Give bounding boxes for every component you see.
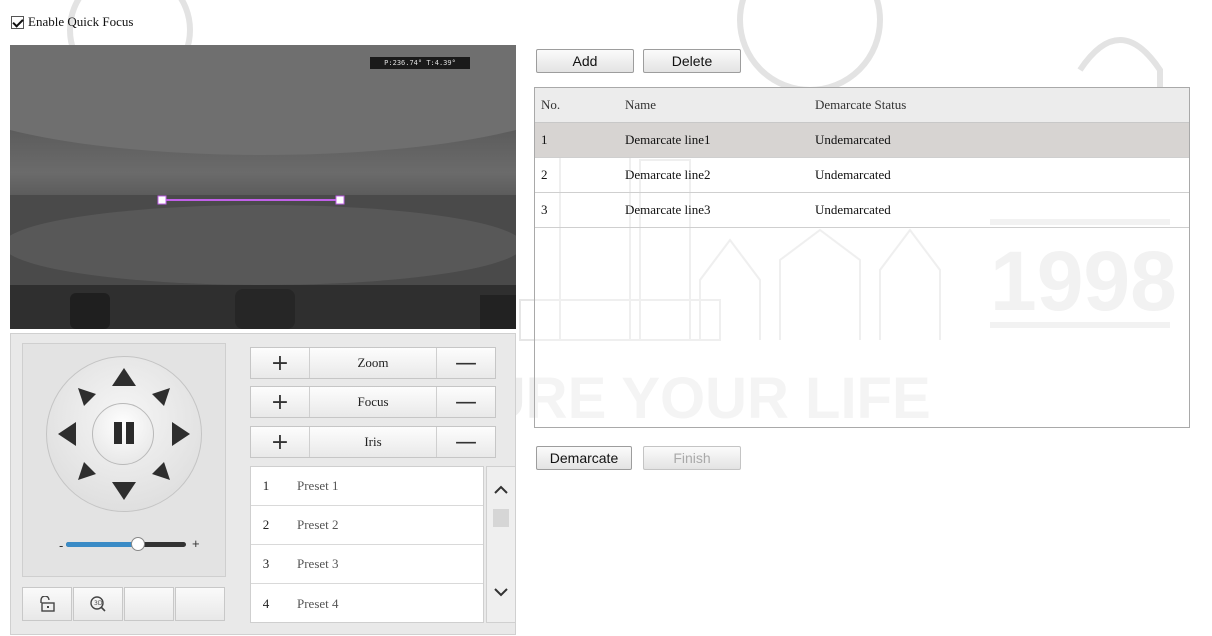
- preset-number: 2: [262, 517, 270, 532]
- table-row[interactable]: 3 Demarcate line3 Undemarcated: [535, 193, 1189, 228]
- row-status: Undemarcated: [815, 132, 891, 147]
- list-item[interactable]: 1 Preset 1: [251, 467, 483, 506]
- zoom-in-button[interactable]: +: [251, 348, 309, 378]
- enable-quick-focus-checkbox[interactable]: Enable Quick Focus: [11, 14, 133, 30]
- video-scene: [10, 45, 516, 329]
- table-header: No. Name Demarcate Status: [535, 88, 1189, 123]
- column-header-status: Demarcate Status: [815, 97, 907, 112]
- preset-number: 1: [262, 478, 270, 493]
- arrow-right-icon[interactable]: [172, 422, 190, 446]
- table-row[interactable]: 2 Demarcate line2 Undemarcated: [535, 158, 1189, 193]
- delete-button[interactable]: Delete: [643, 49, 741, 73]
- tool-button-4[interactable]: [175, 587, 225, 621]
- preset-list: 1 Preset 1 2 Preset 2 3 Preset 3 4 Prese…: [250, 466, 484, 623]
- preset-name: Preset 3: [297, 556, 339, 571]
- lock-icon: [40, 596, 55, 612]
- checkbox-icon[interactable]: [11, 15, 24, 29]
- line-end-handle[interactable]: [335, 195, 345, 205]
- video-osd-text: P:236.74° T:4.39°: [370, 57, 470, 69]
- preset-name: Preset 2: [297, 517, 339, 532]
- arrow-down-icon[interactable]: [112, 482, 136, 500]
- add-button[interactable]: Add: [536, 49, 634, 73]
- arrow-up-left-icon[interactable]: [78, 388, 96, 406]
- arrow-down-left-icon[interactable]: [78, 462, 96, 480]
- svg-text:3D: 3D: [94, 600, 103, 607]
- focus-control: + Focus —: [250, 386, 496, 418]
- demarcate-table: No. Name Demarcate Status 1 Demarcate li…: [534, 87, 1190, 428]
- arrow-up-icon[interactable]: [112, 368, 136, 386]
- row-no: 3: [541, 202, 548, 217]
- arrow-up-right-icon[interactable]: [152, 388, 170, 406]
- arrow-down-right-icon[interactable]: [152, 462, 170, 480]
- focus-near-button[interactable]: +: [251, 387, 309, 417]
- iris-close-button[interactable]: —: [437, 427, 495, 457]
- table-row[interactable]: 1 Demarcate line1 Undemarcated: [535, 123, 1189, 158]
- column-header-name: Name: [625, 97, 657, 112]
- row-no: 2: [541, 167, 548, 182]
- row-status: Undemarcated: [815, 167, 891, 182]
- column-header-no: No.: [541, 97, 561, 112]
- preset-name: Preset 1: [297, 478, 339, 493]
- finish-button[interactable]: Finish: [643, 446, 741, 470]
- pause-icon[interactable]: [112, 422, 136, 446]
- preset-number: 3: [262, 556, 270, 571]
- tool-button-3[interactable]: [124, 587, 174, 621]
- iris-label: Iris: [309, 427, 437, 457]
- row-name: Demarcate line3: [625, 202, 711, 217]
- preset-name: Preset 4: [297, 595, 339, 611]
- scroll-down-icon[interactable]: [494, 588, 508, 597]
- line-start-handle[interactable]: [157, 195, 167, 205]
- list-item[interactable]: 4 Preset 4: [251, 584, 483, 623]
- speed-slider-thumb[interactable]: [131, 537, 145, 551]
- preset-scrollbar[interactable]: [486, 466, 516, 623]
- zoom-label: Zoom: [309, 348, 437, 378]
- arrow-left-icon[interactable]: [58, 422, 76, 446]
- row-name: Demarcate line1: [625, 132, 711, 147]
- scroll-thumb[interactable]: [493, 509, 509, 527]
- row-no: 1: [541, 132, 548, 147]
- zoom-control: + Zoom —: [250, 347, 496, 379]
- video-preview[interactable]: P:236.74° T:4.39°: [10, 45, 516, 329]
- speed-minus-label: -: [59, 538, 64, 553]
- scrollbar-graphics: [493, 485, 509, 597]
- row-status: Undemarcated: [815, 202, 891, 217]
- iris-control: + Iris —: [250, 426, 496, 458]
- speed-plus-label: +: [192, 536, 200, 551]
- lock-button[interactable]: [22, 587, 72, 621]
- 3d-zoom-icon: 3D: [90, 596, 106, 612]
- focus-label: Focus: [309, 387, 437, 417]
- list-item[interactable]: 2 Preset 2: [251, 506, 483, 545]
- preset-number: 4: [262, 595, 270, 611]
- scroll-up-icon[interactable]: [494, 485, 508, 494]
- focus-far-button[interactable]: —: [437, 387, 495, 417]
- speed-slider-fill: [66, 542, 138, 547]
- demarcate-button[interactable]: Demarcate: [536, 446, 632, 470]
- iris-open-button[interactable]: +: [251, 427, 309, 457]
- zoom-out-button[interactable]: —: [437, 348, 495, 378]
- list-item[interactable]: 3 Preset 3: [251, 545, 483, 584]
- enable-quick-focus-label: Enable Quick Focus: [28, 14, 134, 29]
- 3d-zoom-button[interactable]: 3D: [73, 587, 123, 621]
- ptz-tool-row: 3D: [22, 587, 226, 623]
- row-name: Demarcate line2: [625, 167, 711, 182]
